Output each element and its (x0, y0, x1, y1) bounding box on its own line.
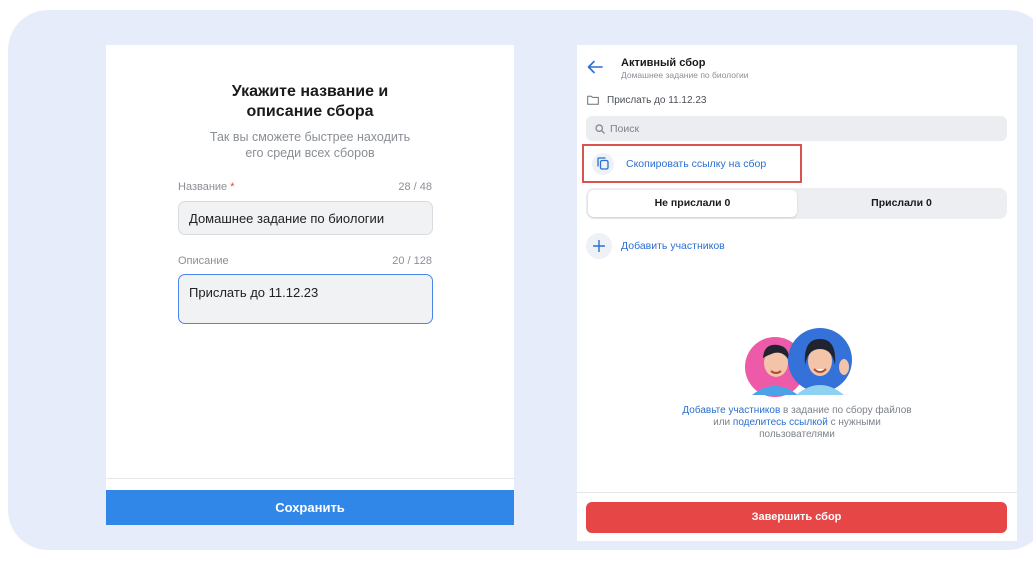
copy-icon-wrapper (592, 152, 614, 175)
divider (106, 478, 514, 479)
add-members-link[interactable]: Добавьте участников (682, 405, 780, 416)
tab-not-sent[interactable]: Не прислали 0 (588, 190, 797, 217)
copy-link-button[interactable]: Скопировать ссылку на сбор (582, 144, 802, 183)
panel-title: Активный сбор (621, 57, 706, 69)
copy-icon (597, 157, 609, 170)
form-subtitle: Так вы сможете быстрее находить его сред… (209, 130, 411, 160)
add-members-label: Добавить участников (621, 240, 725, 252)
deadline-text: Прислать до 11.12.23 (607, 94, 707, 106)
copy-link-label: Скопировать ссылку на сбор (626, 157, 767, 170)
name-label: Название * (178, 181, 235, 193)
share-link[interactable]: поделитесь ссылкой (733, 417, 828, 428)
name-counter: 28 / 48 (398, 181, 432, 193)
empty-state-text: Добавьте участников в задание по сбору ф… (682, 405, 912, 440)
plus-icon-wrapper (586, 233, 612, 259)
description-label: Описание (178, 255, 229, 267)
form-title: Укажите название и описание сбора (231, 83, 389, 120)
add-members-button[interactable]: Добавить участников (586, 233, 725, 259)
search-icon (595, 123, 605, 134)
folder-icon (587, 95, 599, 105)
back-arrow-icon[interactable] (587, 60, 603, 74)
tab-sent[interactable]: Прислали 0 (797, 190, 1006, 217)
create-collection-form: Укажите название и описание сбора Так вы… (106, 45, 514, 525)
search-input[interactable]: Поиск (586, 116, 1007, 141)
required-mark: * (230, 181, 235, 193)
description-counter: 20 / 128 (392, 255, 432, 267)
deadline-row: Прислать до 11.12.23 (587, 93, 706, 107)
name-field[interactable]: Домашнее задание по биологии (178, 201, 433, 235)
description-field[interactable]: Прислать до 11.12.23 (178, 274, 433, 324)
plus-icon (593, 240, 605, 252)
divider (577, 492, 1017, 493)
active-collection-panel: Активный сбор Домашнее задание по биолог… (577, 45, 1017, 541)
panel-subtitle: Домашнее задание по биологии (621, 70, 749, 80)
people-illustration (745, 328, 852, 397)
finish-collection-button[interactable]: Завершить сбор (586, 502, 1007, 533)
save-button[interactable]: Сохранить (106, 490, 514, 525)
tabs: Не прислали 0 Прислали 0 (586, 188, 1007, 219)
search-placeholder: Поиск (610, 122, 640, 135)
